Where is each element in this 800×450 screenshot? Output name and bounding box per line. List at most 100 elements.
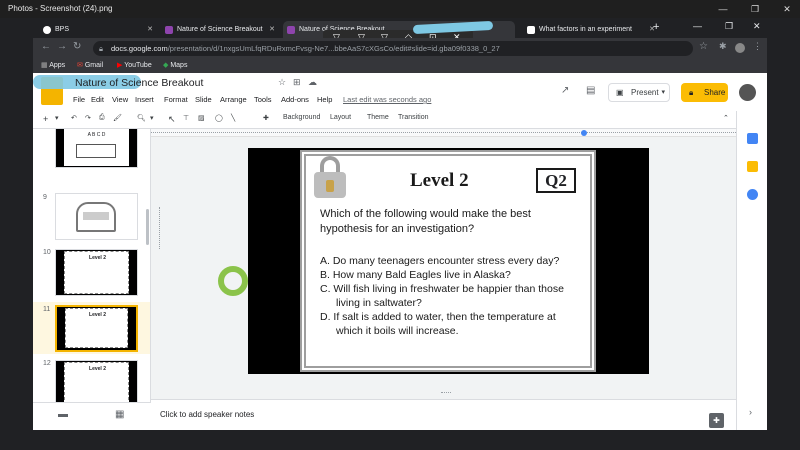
bookmark-apps[interactable]: ▦ Apps xyxy=(41,60,65,71)
present-button[interactable]: ▣ Present ▾ xyxy=(608,83,670,102)
restore-icon[interactable]: ❐ xyxy=(748,2,762,16)
undo-icon[interactable]: ↶ xyxy=(71,114,77,122)
share-button[interactable]: 🔒︎ Share xyxy=(681,83,728,102)
restore-icon[interactable]: ❐ xyxy=(725,21,733,32)
document-title[interactable]: Nature of Science Breakout xyxy=(75,77,203,89)
theme-button[interactable]: Theme xyxy=(367,114,389,121)
padlock-dials xyxy=(83,212,109,220)
shape-icon[interactable]: ◯ xyxy=(215,114,223,122)
close-tab-icon[interactable]: ✕ xyxy=(269,21,275,38)
last-edit-link[interactable]: Last edit was seconds ago xyxy=(343,95,431,104)
user-avatar[interactable] xyxy=(739,84,756,101)
menu-format[interactable]: Format xyxy=(164,95,188,104)
expand-panel-icon[interactable]: › xyxy=(749,407,752,417)
extensions-icon[interactable]: ✱ xyxy=(719,41,727,52)
lock-icon: 🔒︎ xyxy=(689,88,694,97)
filmstrip-view-icon[interactable]: ▬ xyxy=(58,409,68,420)
forward-icon[interactable]: → xyxy=(57,41,67,52)
thumbnail-top-letters: A B C D xyxy=(87,132,106,138)
menu-file[interactable]: File xyxy=(73,95,85,104)
activity-trend-icon[interactable]: ↗ xyxy=(561,85,569,96)
grid-view-icon[interactable]: ▦ xyxy=(115,409,124,420)
menu-view[interactable]: View xyxy=(112,95,128,104)
close-icon[interactable]: ✕ xyxy=(753,21,761,32)
bookmark-star-icon[interactable]: ☆ xyxy=(699,41,708,52)
explore-icon[interactable]: ✚ xyxy=(709,413,724,428)
layout-button[interactable]: Layout xyxy=(330,114,351,121)
slide-thumbnail-12[interactable]: Level 2 xyxy=(55,360,138,402)
print-icon[interactable]: ⎙ xyxy=(99,114,105,122)
profile-avatar[interactable] xyxy=(735,43,745,53)
redo-icon[interactable]: ↷ xyxy=(85,114,91,122)
bookmark-youtube[interactable]: ▶ YouTube xyxy=(117,60,152,71)
bookmark-maps[interactable]: ◆ Maps xyxy=(163,60,187,71)
ruler-indent-marker[interactable] xyxy=(581,130,587,136)
apps-grid-icon: ▦ xyxy=(41,62,50,69)
transition-button[interactable]: Transition xyxy=(398,114,428,121)
menu-tools[interactable]: Tools xyxy=(254,95,272,104)
bookmark-label: Gmail xyxy=(84,62,104,69)
new-tab-icon[interactable]: + xyxy=(653,21,659,33)
thumbnail-title: Level 2 xyxy=(89,255,106,261)
menu-edit[interactable]: Edit xyxy=(91,95,104,104)
menu-slide[interactable]: Slide xyxy=(195,95,212,104)
tasks-icon[interactable] xyxy=(747,189,758,200)
collapse-toolbar-icon[interactable]: ⌃ xyxy=(723,114,729,122)
menu-kebab-icon[interactable]: ⋮ xyxy=(753,41,762,52)
tab-factors[interactable]: What factors in an experiment ✕ xyxy=(523,21,659,38)
url-bar[interactable]: 🔒︎ docs.google.com/presentation/d/1nxgsU… xyxy=(93,41,693,56)
vertical-ruler xyxy=(159,207,161,249)
menu-arrange[interactable]: Arrange xyxy=(220,95,247,104)
menu-addons[interactable]: Add-ons xyxy=(281,95,309,104)
present-label: Present xyxy=(631,88,659,97)
star-icon[interactable]: ☆ xyxy=(278,77,286,88)
line-icon[interactable]: ╲ xyxy=(231,114,235,122)
slide-number: 12 xyxy=(43,360,51,367)
text-box-icon[interactable]: ⊤ xyxy=(183,114,189,122)
keep-icon[interactable] xyxy=(747,161,758,172)
speaker-notes[interactable]: Click to add speaker notes ✚ xyxy=(151,399,736,430)
paint-format-icon[interactable]: 🖌︎ xyxy=(113,114,122,122)
reload-icon[interactable]: ↻ xyxy=(73,41,81,52)
notes-resize-handle[interactable] xyxy=(441,392,451,395)
tab-bps[interactable]: BPS ✕ xyxy=(39,21,157,38)
url-path: /presentation/d/1nxgsUmLfqRDuRxmcFvsg-Ne… xyxy=(167,44,500,53)
url-host: docs.google.com xyxy=(111,44,168,53)
comment-icon[interactable]: ✚ xyxy=(263,114,269,122)
slide-thumbnail-9[interactable] xyxy=(55,193,138,240)
image-icon[interactable]: ▨ xyxy=(198,114,205,122)
chevron-down-icon[interactable]: ▾ xyxy=(661,84,665,101)
minimize-icon[interactable]: — xyxy=(716,2,730,16)
slide-thumbnail-10[interactable]: Level 2 xyxy=(55,249,138,296)
close-tab-icon[interactable]: ✕ xyxy=(147,21,153,38)
back-icon[interactable]: ← xyxy=(41,41,51,52)
bps-favicon-icon xyxy=(43,26,51,34)
new-slide-icon[interactable]: + xyxy=(43,114,48,124)
bookmark-label: Apps xyxy=(49,62,66,69)
close-icon[interactable]: ✕ xyxy=(780,2,794,16)
calendar-icon[interactable] xyxy=(747,133,758,144)
cloud-status-icon: ☁ xyxy=(308,77,317,87)
background-button[interactable]: Background xyxy=(283,114,320,121)
current-slide[interactable]: Level 2 Q2 Which of the following would … xyxy=(218,148,649,374)
zoom-icon[interactable]: 🔍︎ xyxy=(137,114,146,122)
slide-thumbnail-8[interactable]: A B C D xyxy=(55,129,138,168)
zoom-dropdown-icon[interactable]: ▾ xyxy=(150,114,154,122)
menu-insert[interactable]: Insert xyxy=(135,95,154,104)
share-label: Share xyxy=(704,88,726,97)
green-ring-shape[interactable] xyxy=(218,266,248,296)
tab-label: Nature of Science Breakout xyxy=(177,26,263,33)
comments-icon[interactable]: ▤ xyxy=(586,85,595,96)
new-slide-dropdown-icon[interactable]: ▾ xyxy=(55,114,59,122)
filmstrip-scrollbar[interactable] xyxy=(146,209,149,245)
question-id-badge: Q2 xyxy=(536,168,576,193)
tab-breakout-1[interactable]: Nature of Science Breakout ✕ xyxy=(161,21,279,38)
move-folder-icon[interactable]: ⊞ xyxy=(293,77,301,88)
minimize-icon[interactable]: — xyxy=(693,21,702,31)
level-title: Level 2 xyxy=(410,170,469,191)
menu-help[interactable]: Help xyxy=(317,95,332,104)
select-cursor-icon[interactable]: ↖ xyxy=(168,114,176,125)
slide-thumbnail-11[interactable]: Level 2 xyxy=(55,305,138,352)
bookmark-gmail[interactable]: ✉ Gmail xyxy=(77,60,103,71)
photos-title: Photos - Screenshot (24).png xyxy=(8,4,113,13)
